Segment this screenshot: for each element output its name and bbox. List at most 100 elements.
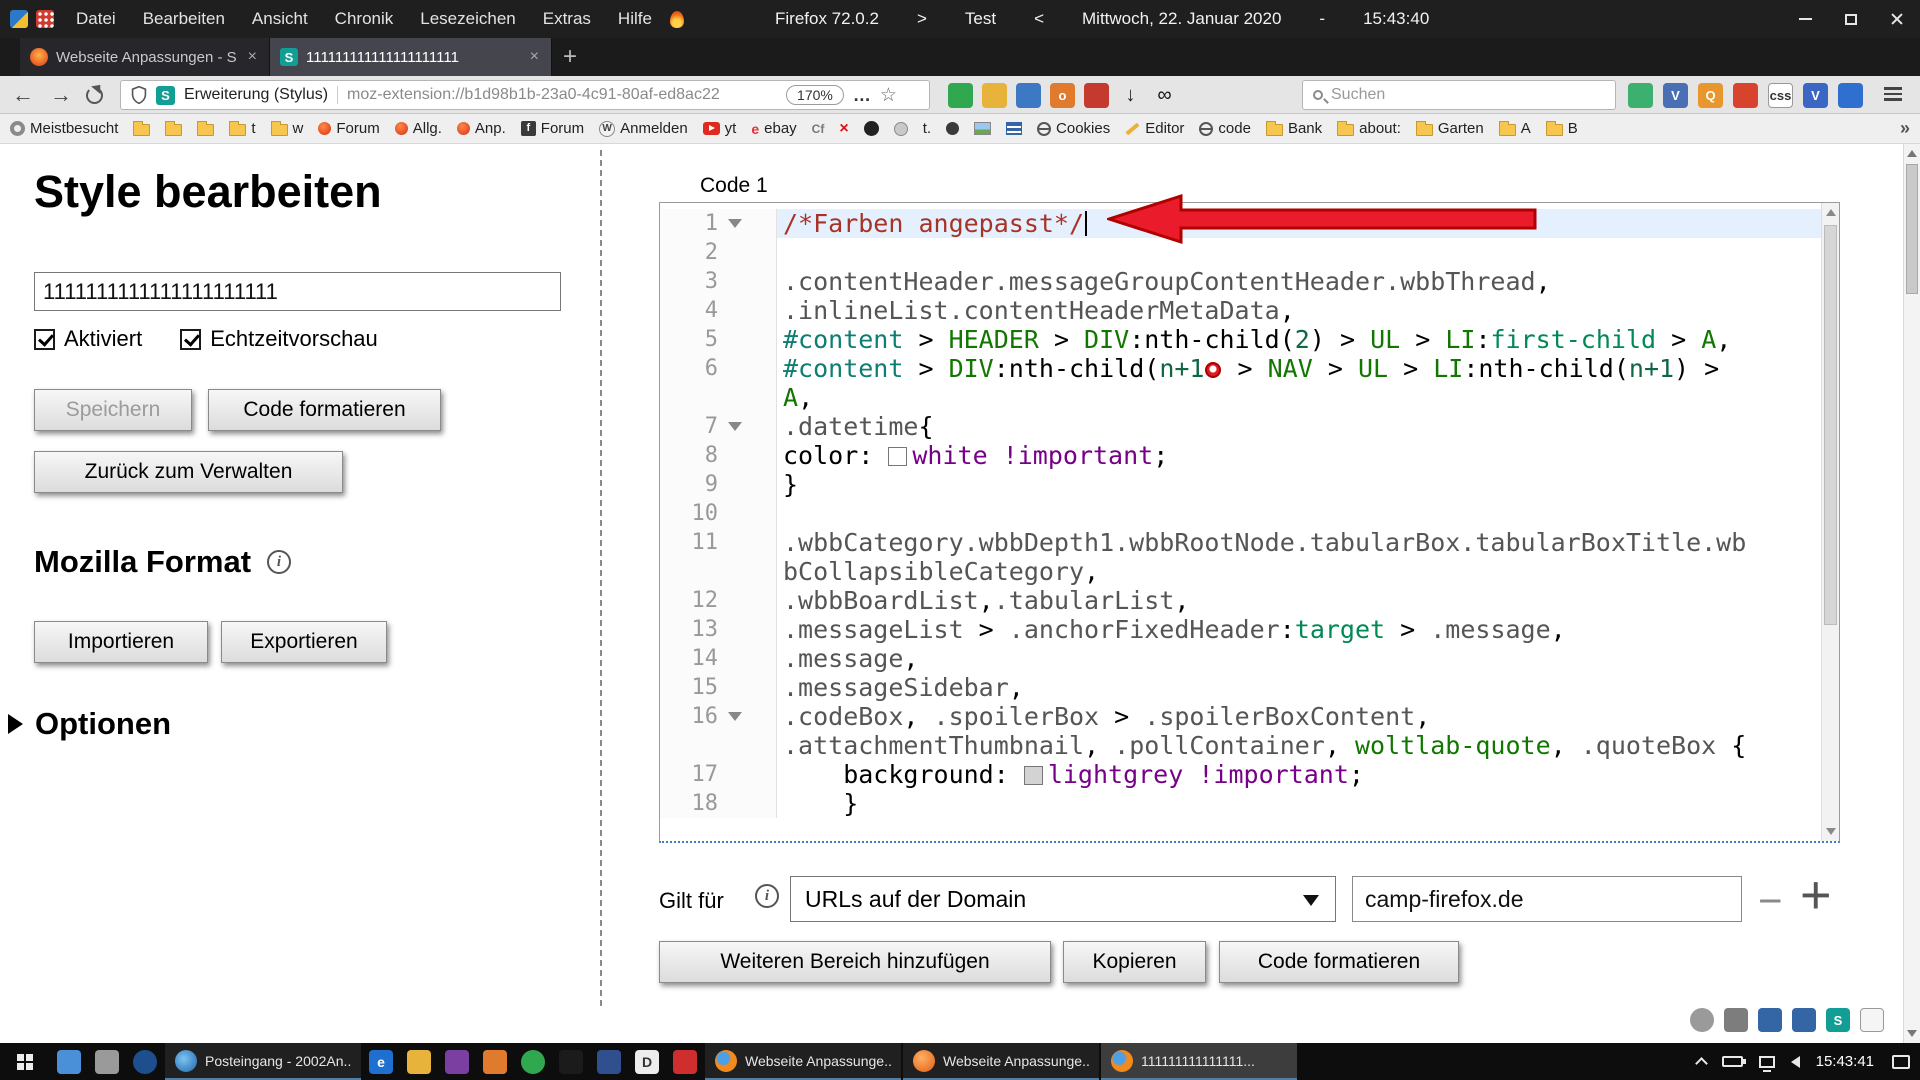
scroll-up-icon[interactable] xyxy=(1907,150,1917,157)
browser-tab[interactable]: Webseite Anpassungen - S× xyxy=(20,38,270,76)
color-swatch-white[interactable] xyxy=(888,447,907,466)
bookmark-item[interactable]: Allg. xyxy=(395,120,442,137)
code-line[interactable]: .inlineList.contentHeaderMetaData, xyxy=(777,296,1821,325)
code-line[interactable]: #content > HEADER > DIV:nth-child(2) > U… xyxy=(777,325,1821,354)
notification-center-icon[interactable] xyxy=(1892,1055,1910,1069)
new-tab-button[interactable]: + xyxy=(552,38,588,76)
bookmark-item[interactable]: eebay xyxy=(751,120,796,137)
bookmark-item[interactable] xyxy=(165,121,182,136)
bookmark-item[interactable]: yt xyxy=(703,120,737,137)
page-actions-icon[interactable]: … xyxy=(853,85,871,106)
tab-close-icon[interactable]: × xyxy=(528,48,541,66)
info-icon[interactable]: i xyxy=(755,884,779,908)
style-name-input[interactable] xyxy=(34,272,561,311)
restore-button[interactable] xyxy=(1828,0,1874,38)
bookmark-item[interactable]: Garten xyxy=(1416,120,1484,137)
options-disclosure[interactable]: Optionen xyxy=(8,706,171,742)
menubar-item-chronik[interactable]: Chronik xyxy=(335,9,394,29)
code-line[interactable]: /*Farben angepasst*/ xyxy=(777,209,1821,238)
taskbar-pinned-icon[interactable] xyxy=(666,1043,704,1080)
applies-to-dropdown[interactable]: URLs auf der Domain xyxy=(790,876,1336,922)
domain-input[interactable] xyxy=(1352,876,1742,922)
minimize-button[interactable] xyxy=(1782,0,1828,38)
shield-icon[interactable] xyxy=(131,86,147,104)
bookmarks-overflow-icon[interactable]: » xyxy=(1900,118,1910,139)
overlay-tray-icon[interactable] xyxy=(1860,1008,1884,1032)
url-text[interactable]: moz-extension://b1d98b1b-23a0-4c91-80af-… xyxy=(347,86,777,104)
search-input[interactable] xyxy=(1331,86,1605,104)
bookmark-item[interactable] xyxy=(946,122,959,135)
bookmark-item[interactable]: t. xyxy=(923,120,931,137)
add-section-button[interactable]: Weiteren Bereich hinzufügen xyxy=(659,941,1051,983)
bookmark-item[interactable] xyxy=(197,121,214,136)
disclosure-triangle-icon[interactable] xyxy=(8,714,23,734)
bookmark-item[interactable]: w xyxy=(271,120,304,137)
code-line[interactable]: .message, xyxy=(777,644,1821,673)
scroll-down-icon[interactable] xyxy=(1826,828,1836,835)
toolbar-extension-icon[interactable] xyxy=(1016,83,1041,108)
remove-applies-button[interactable]: − xyxy=(1758,880,1783,922)
back-to-manage-button[interactable]: Zurück zum Verwalten xyxy=(34,451,343,493)
bookmark-item[interactable] xyxy=(974,122,991,135)
url-bar[interactable]: S Erweiterung (Stylus) moz-extension://b… xyxy=(120,80,930,110)
code-line[interactable]: .contentHeader.messageGroupContentHeader… xyxy=(777,267,1821,296)
session-addon-icon[interactable] xyxy=(10,10,28,28)
taskbar-window-button[interactable]: Posteingang - 2002An... xyxy=(165,1043,361,1080)
page-scrollbar[interactable] xyxy=(1903,144,1920,1043)
toolbar-extension-icon[interactable] xyxy=(1838,83,1863,108)
code-line[interactable]: #content > DIV:nth-child(n+1 > NAV > UL … xyxy=(777,354,1821,383)
menubar-item-hilfe[interactable]: Hilfe xyxy=(618,9,652,29)
back-icon[interactable]: ← xyxy=(10,82,36,108)
toolbar-extension-icon[interactable]: css xyxy=(1768,83,1793,108)
bookmark-item[interactable]: Editor xyxy=(1125,120,1184,137)
browser-tab[interactable]: S111111111111111111111× xyxy=(270,38,552,76)
copy-button[interactable]: Kopieren xyxy=(1063,941,1206,983)
battery-icon[interactable] xyxy=(1722,1056,1743,1067)
toolbar-extension-icon[interactable] xyxy=(948,83,973,108)
code-line[interactable]: .codeBox, .spoilerBox > .spoilerBoxConte… xyxy=(777,702,1821,731)
bookmark-item[interactable]: WAnmelden xyxy=(599,120,688,137)
bookmark-item[interactable]: Anp. xyxy=(457,120,506,137)
enabled-checkbox[interactable]: Aktiviert xyxy=(34,326,142,352)
bookmark-item[interactable]: × xyxy=(839,120,848,138)
menubar-item-datei[interactable]: Datei xyxy=(76,9,116,29)
volume-icon[interactable] xyxy=(1791,1056,1800,1068)
taskbar-pinned-icon[interactable] xyxy=(88,1043,126,1080)
bookmark-item[interactable] xyxy=(894,122,908,136)
taskbar-pinned-icon[interactable] xyxy=(50,1043,88,1080)
code-line[interactable]: .messageList > .anchorFixedHeader:target… xyxy=(777,615,1821,644)
flame-addon-icon[interactable] xyxy=(670,11,684,28)
menubar-item-extras[interactable]: Extras xyxy=(543,9,591,29)
code-line[interactable] xyxy=(777,238,1821,267)
taskbar-pinned-icon[interactable] xyxy=(590,1043,628,1080)
menubar-item-lesezeichen[interactable]: Lesezeichen xyxy=(420,9,515,29)
format-code-button[interactable]: Code formatieren xyxy=(1219,941,1459,983)
scrollbar-thumb[interactable] xyxy=(1906,164,1918,294)
toolbar-extension-icon[interactable]: ∞ xyxy=(1152,83,1177,108)
bookmark-item[interactable]: t xyxy=(229,120,255,137)
network-icon[interactable] xyxy=(1759,1056,1775,1068)
code-line[interactable]: .wbbCategory.wbbDepth1.wbbRootNode.tabul… xyxy=(777,528,1821,557)
toolbar-extension-icon[interactable] xyxy=(982,83,1007,108)
export-button[interactable]: Exportieren xyxy=(221,621,387,663)
toolbar-extension-icon[interactable]: o xyxy=(1050,83,1075,108)
taskbar-window-button[interactable]: Webseite Anpassunge... xyxy=(705,1043,901,1080)
toolbar-extension-icon[interactable]: ↓ xyxy=(1118,83,1143,108)
toolbar-extension-icon[interactable]: V xyxy=(1663,83,1688,108)
code-line[interactable]: .datetime{ xyxy=(777,412,1821,441)
save-button[interactable]: Speichern xyxy=(34,389,192,431)
code-line[interactable]: .attachmentThumbnail, .pollContainer, wo… xyxy=(777,731,1821,760)
taskbar-pinned-icon[interactable]: D xyxy=(628,1043,666,1080)
start-button[interactable] xyxy=(0,1043,50,1080)
import-button[interactable]: Importieren xyxy=(34,621,208,663)
reload-icon[interactable] xyxy=(86,87,103,104)
overlay-tray-icon[interactable] xyxy=(1792,1008,1816,1032)
scroll-up-icon[interactable] xyxy=(1826,209,1836,216)
bookmark-item[interactable]: Forum xyxy=(318,120,379,137)
search-bar[interactable] xyxy=(1302,80,1616,110)
bookmark-item[interactable]: B xyxy=(1546,120,1578,137)
taskbar-window-button[interactable]: 111111111111111... xyxy=(1101,1043,1297,1080)
tray-clock[interactable]: 15:43:41 xyxy=(1816,1053,1874,1070)
toolbar-extension-icon[interactable] xyxy=(1733,83,1758,108)
info-icon[interactable]: i xyxy=(267,550,291,574)
